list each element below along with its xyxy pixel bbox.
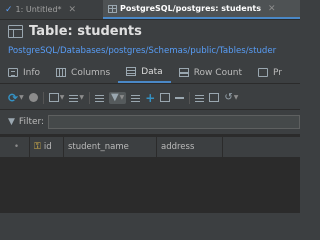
primary-key-icon: ⚿ (34, 142, 41, 152)
breadcrumb-row: PostgreSQL/Databases/postgres/Schemas/pu… (0, 42, 300, 60)
tab-info[interactable]: Info (0, 62, 48, 83)
duplicate-icon (160, 93, 171, 102)
column-header-address[interactable]: address (157, 137, 223, 157)
toolbar-separator (42, 91, 44, 104)
stop-icon (28, 93, 38, 102)
tab-label: PostgreSQL/postgres: students (120, 4, 261, 13)
tab-row-count[interactable]: Row Count (171, 62, 250, 83)
export-icon (131, 93, 141, 102)
filter-input[interactable] (48, 115, 300, 129)
funnel-icon: ▼ (110, 91, 119, 103)
submit-icon (209, 93, 220, 102)
tab-label: Info (23, 67, 41, 78)
data-grid: • ⚿ id student_name address (0, 134, 300, 213)
tab-label: Columns (71, 67, 111, 78)
data-grid-icon (126, 67, 137, 76)
export-button[interactable] (131, 93, 141, 102)
tx-mode-button[interactable]: ↺ ▼ (224, 92, 238, 103)
refresh-button[interactable]: ⟳ ▼ (8, 92, 24, 104)
tab-data[interactable]: Data (118, 62, 171, 83)
table-editor-window: ✓ 1: Untitled* ✕ PostgreSQL/postgres: st… (0, 0, 300, 213)
transpose-icon (94, 93, 104, 102)
tab-untitled[interactable]: ✓ 1: Untitled* ✕ (0, 0, 103, 19)
tab-label: 1: Untitled* (15, 5, 62, 14)
pen-icon: ✓ (5, 4, 13, 15)
close-icon[interactable]: ✕ (268, 4, 276, 14)
duplicate-row-button[interactable] (160, 93, 171, 102)
grid-view-icon (69, 93, 79, 102)
delete-row-button[interactable] (175, 96, 185, 99)
filter-label: Filter: (18, 117, 45, 127)
table-icon (8, 24, 23, 38)
breadcrumb[interactable]: PostgreSQL/Databases/postgres/Schemas/pu… (8, 46, 276, 56)
close-icon[interactable]: ✕ (69, 5, 77, 15)
revert-icon (195, 93, 205, 102)
tab-label: Row Count (193, 67, 243, 78)
transpose-button[interactable] (94, 93, 104, 102)
tab-label: Pr (273, 67, 282, 78)
column-label: id (43, 142, 52, 152)
page-title: Table: students (29, 23, 142, 39)
editor-sub-tabs: Info Columns Data Row Count Pr (0, 62, 300, 84)
data-toolbar: ⟳ ▼ ▼ ▼ ▼ ▼ + ↺ ▼ (0, 86, 300, 110)
properties-icon (258, 68, 269, 77)
tab-properties[interactable]: Pr (250, 62, 290, 83)
submit-button[interactable] (209, 93, 220, 102)
columns-icon (56, 68, 67, 77)
view-mode-button[interactable]: ▼ (69, 93, 84, 102)
stop-button[interactable] (28, 93, 38, 102)
tab-columns[interactable]: Columns (48, 62, 118, 83)
filter-toggle-button[interactable]: ▼ ▼ (108, 91, 127, 104)
filter-row: ▼ Filter: (0, 112, 300, 132)
row-marker: • (0, 137, 30, 157)
revert-button[interactable] (195, 93, 205, 102)
editor-tabs-bar: ✓ 1: Untitled* ✕ PostgreSQL/postgres: st… (0, 0, 300, 20)
tab-label: Data (141, 66, 163, 77)
toolbar-separator (189, 91, 191, 104)
add-row-button[interactable]: + (145, 92, 155, 104)
page-settings-button[interactable]: ▼ (48, 93, 64, 102)
column-label: student_name (68, 142, 129, 152)
info-icon (8, 68, 18, 77)
row-count-icon (178, 68, 189, 77)
table-icon (108, 4, 117, 13)
document-icon (48, 93, 59, 102)
funnel-icon: ▼ (8, 116, 15, 127)
column-label: address (161, 142, 195, 152)
tab-students-table[interactable]: PostgreSQL/postgres: students ✕ (103, 0, 300, 19)
column-header-id[interactable]: ⚿ id (30, 137, 64, 157)
column-header-student-name[interactable]: student_name (64, 137, 157, 157)
header: Table: students (0, 20, 300, 42)
toolbar-separator (88, 91, 90, 104)
grid-header: • ⚿ id student_name address (0, 136, 300, 158)
minus-icon (175, 96, 185, 99)
